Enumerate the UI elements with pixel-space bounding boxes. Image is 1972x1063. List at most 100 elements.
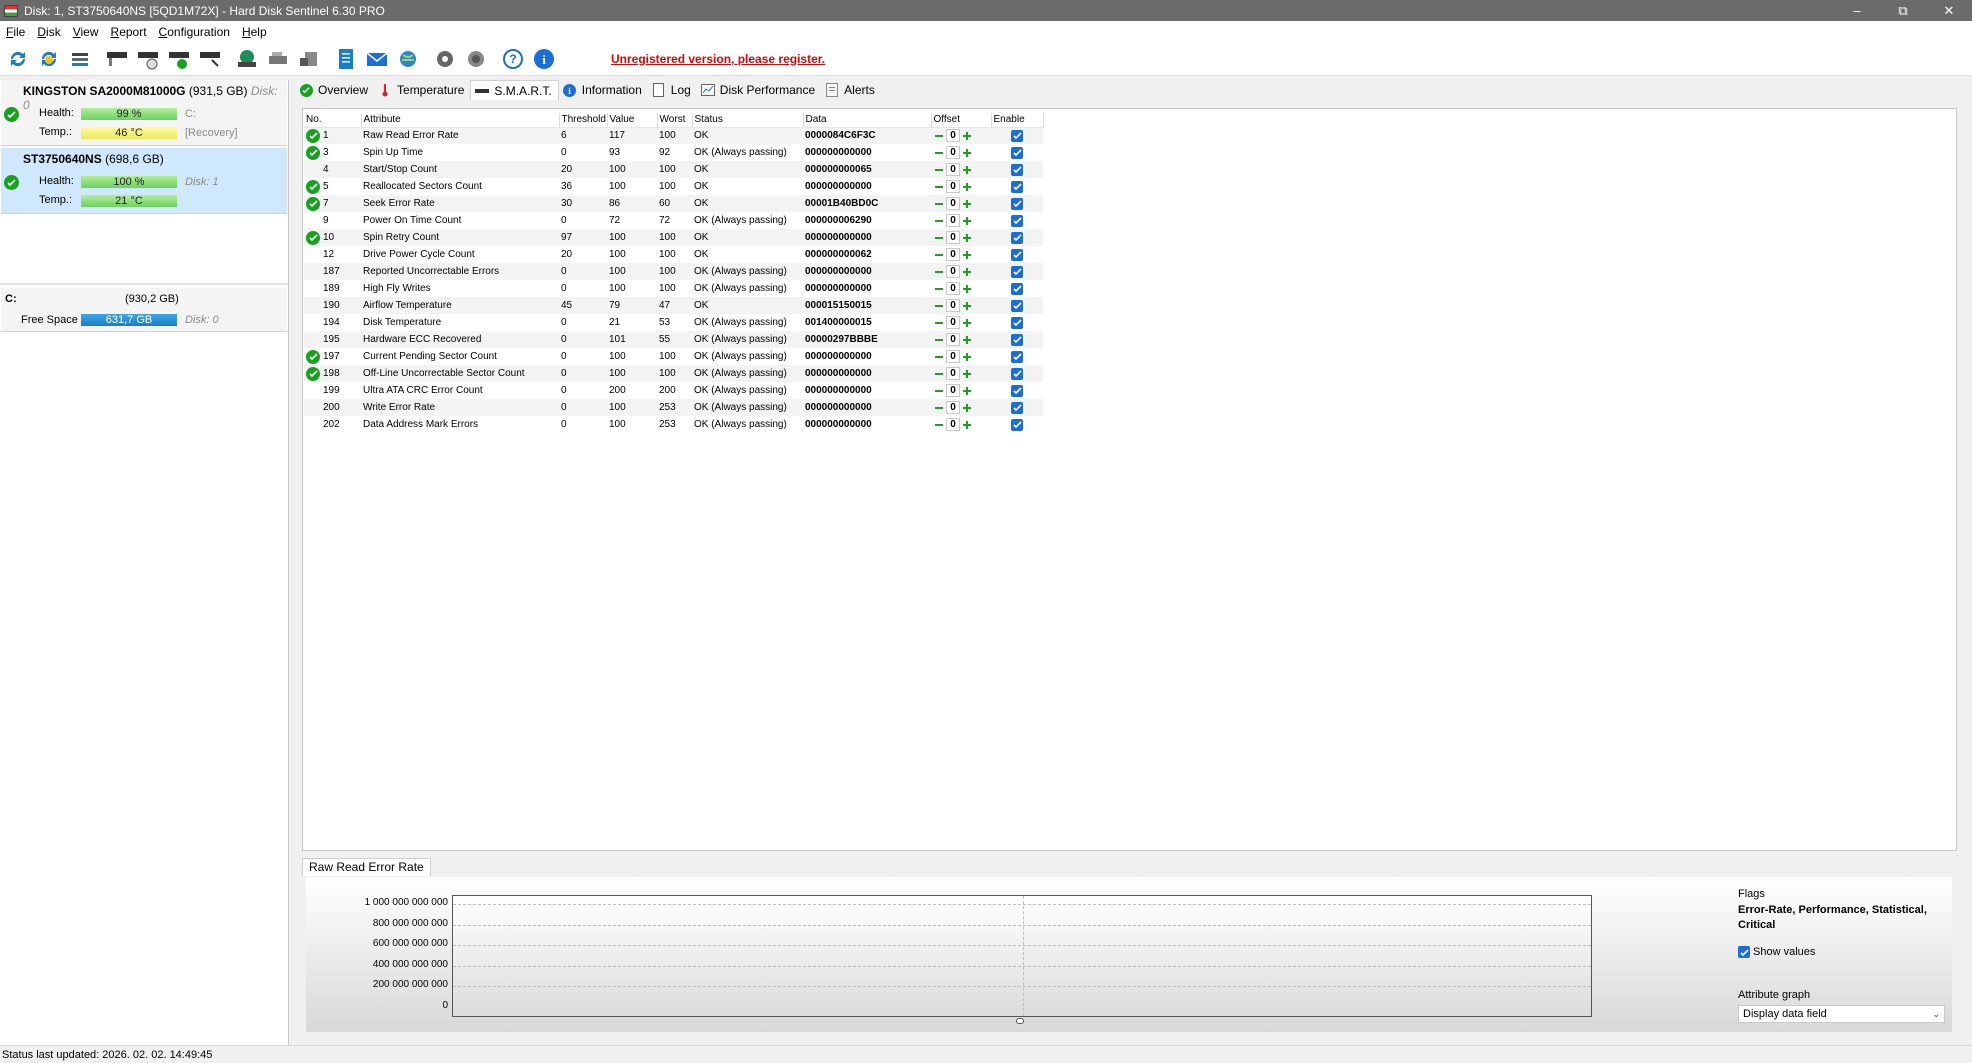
menu-help[interactable]: Help	[236, 25, 273, 39]
minimize-button[interactable]: –	[1834, 0, 1880, 21]
table-row[interactable]: 5 Reallocated Sectors Count 36 100 100 OK 0000…	[304, 178, 1043, 195]
restore-button[interactable]: ⧉	[1880, 0, 1926, 21]
tab-log[interactable]: Log	[648, 80, 697, 100]
attribute-graph-select[interactable]: Display data field ⌄	[1738, 1005, 1945, 1023]
offset-increase-button[interactable]	[961, 334, 973, 346]
enable-checkbox[interactable]	[1011, 197, 1023, 210]
enable-checkbox[interactable]	[1011, 214, 1023, 227]
col-attribute[interactable]: Attribute	[361, 113, 560, 128]
enable-checkbox[interactable]	[1011, 129, 1023, 142]
offset-increase-button[interactable]	[961, 351, 973, 363]
offset-decrease-button[interactable]	[933, 402, 945, 414]
offset-value[interactable]: 0	[946, 163, 960, 176]
sound-icon[interactable]	[462, 45, 490, 73]
offset-decrease-button[interactable]	[933, 317, 945, 329]
offset-increase-button[interactable]	[961, 181, 973, 193]
offset-value[interactable]: 0	[946, 146, 960, 159]
table-row[interactable]: 1 Raw Read Error Rate 6 117 100 OK 0000084C6F3…	[304, 127, 1043, 144]
tab-overview[interactable]: Overview	[295, 80, 374, 100]
show-values-checkbox[interactable]: Show values	[1738, 946, 1815, 958]
menu-file[interactable]: File	[0, 25, 31, 39]
enable-checkbox[interactable]	[1011, 401, 1023, 414]
enable-checkbox[interactable]	[1011, 248, 1023, 261]
table-row[interactable]: 195 Hardware ECC Recovered 0 101 55 OK (Alway…	[304, 331, 1043, 348]
network-icon[interactable]	[233, 45, 261, 73]
refresh-warning-icon[interactable]	[35, 45, 63, 73]
offset-value[interactable]: 0	[946, 197, 960, 210]
table-row[interactable]: 187 Reported Uncorrectable Errors 0 100 100 O…	[304, 263, 1043, 280]
table-row[interactable]: 10 Spin Retry Count 97 100 100 OK 000000000000…	[304, 229, 1043, 246]
offset-decrease-button[interactable]	[933, 215, 945, 227]
table-row[interactable]: 189 High Fly Writes 0 100 100 OK (Always pass…	[304, 280, 1043, 297]
offset-increase-button[interactable]	[961, 402, 973, 414]
disk-schedule-icon[interactable]	[134, 45, 162, 73]
table-row[interactable]: 200 Write Error Rate 0 100 253 OK (Always pas…	[304, 399, 1043, 416]
table-row[interactable]: 7 Seek Error Rate 30 86 60 OK 00001B40BD0C 0	[304, 195, 1043, 212]
email-icon[interactable]	[363, 45, 391, 73]
offset-value[interactable]: 0	[946, 401, 960, 414]
enable-checkbox[interactable]	[1011, 350, 1023, 363]
enable-checkbox[interactable]	[1011, 316, 1023, 329]
offset-decrease-button[interactable]	[933, 232, 945, 244]
offset-decrease-button[interactable]	[933, 164, 945, 176]
settings-icon[interactable]	[431, 45, 459, 73]
offset-value[interactable]: 0	[946, 231, 960, 244]
tab-alerts[interactable]: Alerts	[821, 80, 881, 100]
report-icon[interactable]	[332, 45, 360, 73]
graph-tab[interactable]: Raw Read Error Rate	[302, 858, 431, 876]
enable-checkbox[interactable]	[1011, 367, 1023, 380]
offset-increase-button[interactable]	[961, 385, 973, 397]
offset-decrease-button[interactable]	[933, 198, 945, 210]
offset-increase-button[interactable]	[961, 198, 973, 210]
register-notice-link[interactable]: Unregistered version, please register.	[611, 52, 825, 66]
offset-decrease-button[interactable]	[933, 419, 945, 431]
table-row[interactable]: 9 Power On Time Count 0 72 72 OK (Always pass…	[304, 212, 1043, 229]
offset-increase-button[interactable]	[961, 266, 973, 278]
disk-ok-icon[interactable]	[165, 45, 193, 73]
menu-view[interactable]: View	[67, 25, 105, 39]
offset-increase-button[interactable]	[961, 232, 973, 244]
graph-scroll-handle[interactable]	[1016, 1018, 1024, 1024]
offset-value[interactable]: 0	[946, 282, 960, 295]
enable-checkbox[interactable]	[1011, 384, 1023, 397]
offset-decrease-button[interactable]	[933, 351, 945, 363]
offset-decrease-button[interactable]	[933, 147, 945, 159]
table-row[interactable]: 199 Ultra ATA CRC Error Count 0 200 200 OK (A…	[304, 382, 1043, 399]
table-row[interactable]: 202 Data Address Mark Errors 0 100 253 OK (Al…	[304, 416, 1043, 433]
offset-value[interactable]: 0	[946, 384, 960, 397]
table-row[interactable]: 194 Disk Temperature 0 21 53 OK (Always passi…	[304, 314, 1043, 331]
disk-test-icon[interactable]	[103, 45, 131, 73]
enable-checkbox[interactable]	[1011, 299, 1023, 312]
enable-checkbox[interactable]	[1011, 163, 1023, 176]
offset-value[interactable]: 0	[946, 333, 960, 346]
offset-increase-button[interactable]	[961, 147, 973, 159]
volume-card-c[interactable]: C: (930,2 GB) Free Space 631,7 GB Disk: …	[1, 288, 287, 332]
col-threshold[interactable]: Threshold	[559, 113, 608, 128]
table-row[interactable]: 3 Spin Up Time 0 93 92 OK (Always passing) 000…	[304, 144, 1043, 161]
menu-report[interactable]: Report	[105, 25, 153, 39]
enable-checkbox[interactable]	[1011, 231, 1023, 244]
col-value[interactable]: Value	[607, 113, 658, 128]
help-icon[interactable]: ?	[499, 45, 527, 73]
offset-value[interactable]: 0	[946, 418, 960, 431]
table-row[interactable]: 4 Start/Stop Count 20 100 100 OK 000000000065 0	[304, 161, 1043, 178]
menu-disk[interactable]: Disk	[31, 25, 66, 39]
offset-decrease-button[interactable]	[933, 368, 945, 380]
tab-disk-performance[interactable]: Disk Performance	[697, 80, 821, 100]
col-status[interactable]: Status	[692, 113, 804, 128]
offset-decrease-button[interactable]	[933, 300, 945, 312]
menu-configuration[interactable]: Configuration	[153, 25, 236, 39]
offset-increase-button[interactable]	[961, 419, 973, 431]
offset-increase-button[interactable]	[961, 215, 973, 227]
disk-card-0[interactable]: KINGSTON SA2000M81000G (931,5 GB) Disk: …	[1, 80, 287, 146]
offset-increase-button[interactable]	[961, 249, 973, 261]
table-row[interactable]: 197 Current Pending Sector Count 0 100 100 OK…	[304, 348, 1043, 365]
offset-decrease-button[interactable]	[933, 249, 945, 261]
offset-value[interactable]: 0	[946, 265, 960, 278]
web-icon[interactable]	[394, 45, 422, 73]
offset-decrease-button[interactable]	[933, 283, 945, 295]
disk-card-1[interactable]: ST3750640NS (698,6 GB) Health: 100 % Dis…	[1, 148, 287, 214]
disk-backup-icon[interactable]	[295, 45, 323, 73]
enable-checkbox[interactable]	[1011, 282, 1023, 295]
tab-smart[interactable]: S.M.A.R.T.	[470, 80, 559, 100]
